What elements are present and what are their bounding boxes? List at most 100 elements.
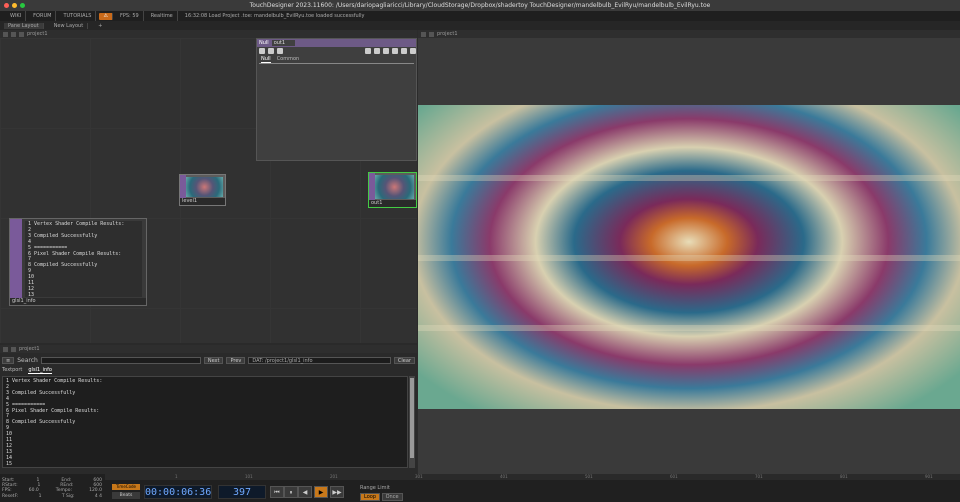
- search-row: ≡ Search Next Prev DAT: /project1/glsl1_…: [2, 356, 415, 365]
- timecode-display[interactable]: 00:00:06:36: [144, 485, 212, 499]
- fps-setting[interactable]: 60.0: [29, 488, 39, 493]
- frame-display[interactable]: 397: [218, 485, 266, 499]
- home-icon[interactable]: [11, 31, 16, 37]
- fps-label: FPS:: [119, 13, 131, 19]
- ruler-tick: 901: [925, 474, 933, 479]
- network-editor[interactable]: level1 out1 Null out1 Null Common 1 Vert…: [0, 38, 417, 343]
- home-icon[interactable]: [11, 346, 16, 352]
- timecode-toggle[interactable]: TimeCode: [112, 484, 140, 490]
- fps-value: 59: [132, 13, 139, 19]
- reset-value[interactable]: 1: [39, 494, 42, 499]
- minimize-window-button[interactable]: [12, 3, 17, 8]
- search-input[interactable]: [40, 357, 201, 364]
- menu-tutorials[interactable]: TUTORIALS: [59, 11, 97, 21]
- refresh-icon[interactable]: [383, 48, 389, 54]
- timeline-bar: 1 101 201 301 401 501 601 701 801 901 St…: [0, 474, 960, 502]
- circle-icon[interactable]: [410, 48, 416, 54]
- add-icon[interactable]: [401, 48, 407, 54]
- range-loop-button[interactable]: Loop: [360, 493, 380, 501]
- edit-icon[interactable]: [365, 48, 371, 54]
- node-glsl1-info[interactable]: 1 Vertex Shader Compile Results: 2 3 Com…: [9, 218, 147, 306]
- settings-icon[interactable]: [392, 48, 398, 54]
- range-limit: Range Limit Loop Once: [360, 485, 403, 501]
- step-forward-button[interactable]: ▶▶: [330, 486, 344, 498]
- ruler-tick: 201: [330, 474, 338, 479]
- tab-common[interactable]: Common: [277, 55, 300, 63]
- pause-button[interactable]: ⏸: [284, 486, 298, 498]
- info-dat-text: 1 Vertex Shader Compile Results: 2 3 Com…: [25, 221, 142, 298]
- node-label: glsl1_info: [10, 298, 146, 305]
- zoom-window-button[interactable]: [20, 3, 25, 8]
- window-title-bar: TouchDesigner 2023.11600: /Users/dariopa…: [0, 0, 960, 11]
- layout-bar: Pane Layout New Layout +: [0, 21, 960, 30]
- parameter-window: Null out1 Null Common: [256, 38, 417, 161]
- timeline-stats: Start: 1 End: 600 RStart: 1 REnd: 600 FPS: 60.0…: [2, 478, 102, 499]
- menu-wiki[interactable]: WIKI: [6, 11, 27, 21]
- param-header: Null out1: [257, 39, 416, 47]
- tab-textport[interactable]: Textport: [2, 367, 22, 374]
- pane-menu-icon[interactable]: [3, 346, 8, 352]
- next-button[interactable]: Next: [203, 357, 224, 364]
- node-label: level1: [180, 198, 225, 205]
- beats-toggle[interactable]: Beats: [112, 492, 140, 499]
- warning-icon[interactable]: ⚠: [99, 12, 113, 20]
- prev-button[interactable]: Prev: [226, 357, 246, 364]
- param-toolbar: [257, 47, 416, 55]
- textport-content[interactable]: 1 Vertex Shader Compile Results: 2 3 Com…: [2, 376, 408, 468]
- render-viewer[interactable]: [418, 38, 960, 474]
- up-icon[interactable]: [19, 31, 24, 37]
- dat-path-field[interactable]: DAT: /project1/glsl1_info: [248, 357, 391, 364]
- python-icon[interactable]: [268, 48, 274, 54]
- textport-pane: project1 ≡ Search Next Prev DAT: /projec…: [0, 343, 417, 474]
- clear-button[interactable]: Clear: [393, 357, 415, 364]
- tab-new-layout[interactable]: New Layout: [50, 22, 89, 29]
- network-path[interactable]: project1: [27, 31, 48, 37]
- menu-forum[interactable]: FORUM: [29, 11, 57, 21]
- textport-path[interactable]: project1: [19, 346, 40, 352]
- tab-null[interactable]: Null: [261, 55, 271, 63]
- tab-pane-layout[interactable]: Pane Layout: [4, 22, 44, 29]
- range-limit-label: Range Limit: [360, 485, 390, 491]
- ruler-tick: 801: [840, 474, 848, 479]
- timeline-ruler[interactable]: 1 101 201 301 401 501 601 701 801 901: [105, 474, 960, 480]
- viewer-pane-bar: project1: [418, 30, 960, 38]
- viewer-path[interactable]: project1: [437, 31, 458, 37]
- add-layout-button[interactable]: +: [94, 23, 106, 29]
- fps-readout: FPS: 59: [116, 11, 144, 21]
- menubar: WIKI FORUM TUTORIALS ⚠ FPS: 59 Realtime …: [0, 11, 960, 21]
- stat-label: ResetF:: [2, 493, 19, 499]
- node-level1[interactable]: level1: [179, 174, 226, 206]
- play-button[interactable]: ▶: [314, 486, 328, 498]
- realtime-toggle[interactable]: Realtime: [147, 11, 178, 21]
- link-icon[interactable]: [374, 48, 380, 54]
- help-icon[interactable]: [259, 48, 265, 54]
- close-window-button[interactable]: [4, 3, 9, 8]
- step-back-button[interactable]: ◀: [298, 486, 312, 498]
- param-op-name[interactable]: out1: [271, 40, 296, 46]
- tsig-value[interactable]: 4 4: [95, 494, 102, 499]
- scroll-thumb[interactable]: [410, 378, 414, 458]
- node-label: out1: [369, 200, 416, 207]
- param-tabs: Null Common: [259, 55, 414, 64]
- pane-menu-icon[interactable]: [3, 31, 8, 37]
- stat-label: T Sig:: [61, 493, 75, 499]
- textport-scrollbar[interactable]: [409, 376, 415, 468]
- ruler-tick: 101: [245, 474, 253, 479]
- range-once-button[interactable]: Once: [381, 493, 403, 501]
- menu-icon[interactable]: ≡: [2, 357, 15, 364]
- rewind-button[interactable]: ⏮: [270, 486, 284, 498]
- textport-tabs: Textport glsl1_info: [2, 367, 52, 374]
- status-log: 16:32:08 Load Project .toe: mandelbulb_E…: [184, 13, 365, 19]
- tab-glsl1-info[interactable]: glsl1_info: [28, 367, 52, 374]
- ruler-tick: 1: [175, 474, 178, 479]
- home-icon[interactable]: [429, 31, 434, 37]
- ruler-tick: 701: [755, 474, 763, 479]
- pane-menu-icon[interactable]: [421, 31, 426, 37]
- node-out1[interactable]: out1: [368, 172, 417, 208]
- info-icon[interactable]: [277, 48, 283, 54]
- info-line: 1 Vertex Shader Compile Results:: [28, 221, 125, 227]
- node-flags[interactable]: [10, 219, 22, 301]
- node-thumbnail: [375, 175, 414, 199]
- window-title: TouchDesigner 2023.11600: /Users/dariopa…: [249, 2, 711, 9]
- ruler-tick: 601: [670, 474, 678, 479]
